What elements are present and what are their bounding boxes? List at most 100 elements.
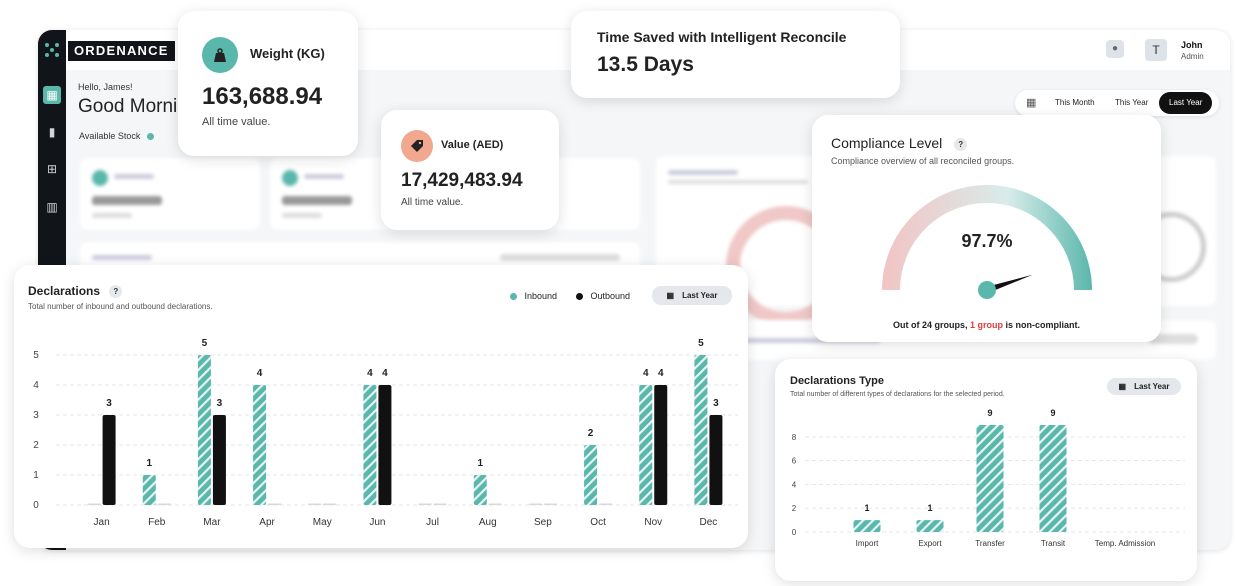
bar-outbound [433, 503, 447, 505]
bar-transit [1039, 424, 1067, 532]
calendar-icon: ▦ [666, 291, 675, 300]
declarations-subtitle: Total number of inbound and outbound dec… [28, 302, 213, 311]
declarations-card: Declarations ? Total number of inbound a… [14, 265, 748, 548]
value-note: All time value. [401, 197, 464, 208]
user-name: John [1181, 40, 1203, 50]
bar-value-label: 4 [257, 368, 263, 379]
bar-value-label: 3 [106, 398, 112, 409]
weight-card: Weight (KG) 163,688.94 All time value. [178, 11, 358, 156]
time-saved-card: Time Saved with Intelligent Reconcile 13… [571, 11, 900, 98]
bar-value-label: 5 [698, 338, 704, 349]
bar-value-label: 9 [1050, 409, 1055, 418]
bar-inbound [584, 445, 598, 505]
help-icon[interactable]: ? [954, 137, 968, 151]
bar-outbound [543, 503, 557, 505]
value-amount: 17,429,483.94 [401, 170, 523, 191]
weight-title: Weight (KG) [250, 46, 325, 61]
bar-outbound [709, 415, 723, 505]
x-tick-label: Oct [590, 517, 606, 528]
bar-inbound [528, 503, 542, 505]
compliance-footer: Out of 24 groups, 1 group is non-complia… [892, 320, 1081, 330]
bar-value-label: 3 [713, 398, 719, 409]
bar-value-label: 4 [643, 368, 649, 379]
compliance-gauge: 97.7% [882, 185, 1092, 299]
y-tick-label: 2 [792, 504, 797, 513]
greeting-title: Good Morni [78, 96, 178, 117]
x-tick-label: Feb [148, 517, 166, 528]
bar-outbound [599, 503, 613, 505]
brand-logo: ORDENANCE [68, 41, 175, 61]
declaration-types-chart: 0 2 4 6 8 1 Import 1 Export 9 Transfer 9 Transit Temp… [792, 409, 1185, 548]
user-role: Admin [1181, 52, 1204, 61]
bar-inbound [418, 503, 432, 505]
declarations-chart: 0123453Jan1Feb53Mar4Apr May4 4Jun Jul1Aug Se… [33, 338, 738, 528]
bar-value-label: 5 [202, 338, 208, 349]
bar-inbound [363, 385, 377, 505]
y-tick-label: 2 [33, 440, 39, 451]
value-title: Value (AED) [441, 139, 504, 151]
bar-value-label: 1 [927, 503, 932, 513]
bar-outbound [102, 415, 116, 505]
bar-outbound [268, 503, 282, 505]
period-selector: ▦ This Month This Year Last Year [1015, 90, 1219, 116]
x-tick-label: Sep [534, 517, 552, 528]
notification-button[interactable]: ● [1106, 40, 1124, 58]
bar-outbound [488, 503, 502, 505]
bar-value-label: 1 [864, 503, 869, 513]
bar-inbound [87, 503, 101, 505]
bell-icon: ● [1111, 43, 1119, 54]
info-dot-icon [146, 133, 154, 141]
available-stock-label: Available Stock [79, 131, 154, 141]
x-tick-label: Transit [1041, 539, 1066, 548]
bar-value-label: 1 [146, 458, 152, 469]
declaration-types-subtitle: Total number of different types of decla… [790, 391, 1005, 398]
bar-value-label: 9 [987, 409, 992, 418]
period-this-year[interactable]: This Year [1105, 92, 1158, 114]
bar-import [853, 520, 881, 532]
sidebar-item-reports[interactable]: ▥ [43, 198, 61, 216]
bar-inbound [197, 355, 211, 505]
x-tick-label: Jun [369, 517, 385, 528]
declaration-types-filter-button[interactable]: ▦ Last Year [1107, 378, 1181, 395]
declarations-filter-button[interactable]: ▦ Last Year [652, 286, 732, 305]
x-tick-label: Export [918, 539, 942, 548]
bar-outbound [323, 503, 337, 505]
x-tick-label: Dec [700, 517, 718, 528]
y-tick-label: 6 [792, 457, 797, 466]
y-tick-label: 1 [33, 470, 39, 481]
bar-inbound [473, 475, 487, 505]
gauge-hub [978, 281, 996, 299]
y-tick-label: 4 [792, 480, 797, 489]
x-tick-label: Jul [426, 517, 439, 528]
y-tick-label: 3 [33, 410, 39, 421]
time-saved-value: 13.5 Days [597, 53, 694, 76]
help-icon[interactable]: ? [109, 285, 123, 299]
bar-inbound [253, 385, 267, 505]
x-tick-label: May [313, 517, 332, 528]
weight-note: All time value. [202, 116, 271, 128]
y-tick-label: 5 [33, 350, 39, 361]
bar-outbound [378, 385, 392, 505]
bar-inbound [694, 355, 708, 505]
weight-icon [202, 37, 238, 73]
x-tick-label: Jan [94, 517, 110, 528]
logo-icon [45, 43, 59, 57]
declarations-title: Declarations ? [28, 284, 123, 299]
price-tag-icon [401, 130, 433, 162]
avatar[interactable]: T [1145, 39, 1167, 61]
declaration-types-title: Declarations Type [790, 375, 884, 387]
x-tick-label: Apr [259, 517, 275, 528]
grid-icon: ⊞ [46, 162, 58, 176]
sidebar-item-documents[interactable]: ▮ [43, 123, 61, 141]
sidebar-item-grid[interactable]: ⊞ [43, 160, 61, 178]
bar-outbound [654, 385, 668, 505]
period-last-year[interactable]: Last Year [1159, 92, 1213, 114]
legend-outbound: Outbound [576, 291, 630, 301]
sidebar-item-dashboard[interactable]: ▦ [43, 86, 61, 104]
bar-value-label: 4 [658, 368, 664, 379]
noncompliant-count: 1 group [970, 320, 1003, 330]
x-tick-label: Aug [479, 517, 497, 528]
bar-inbound [308, 503, 322, 505]
bar-value-label: 2 [588, 428, 594, 439]
period-this-month[interactable]: This Month [1045, 92, 1105, 114]
